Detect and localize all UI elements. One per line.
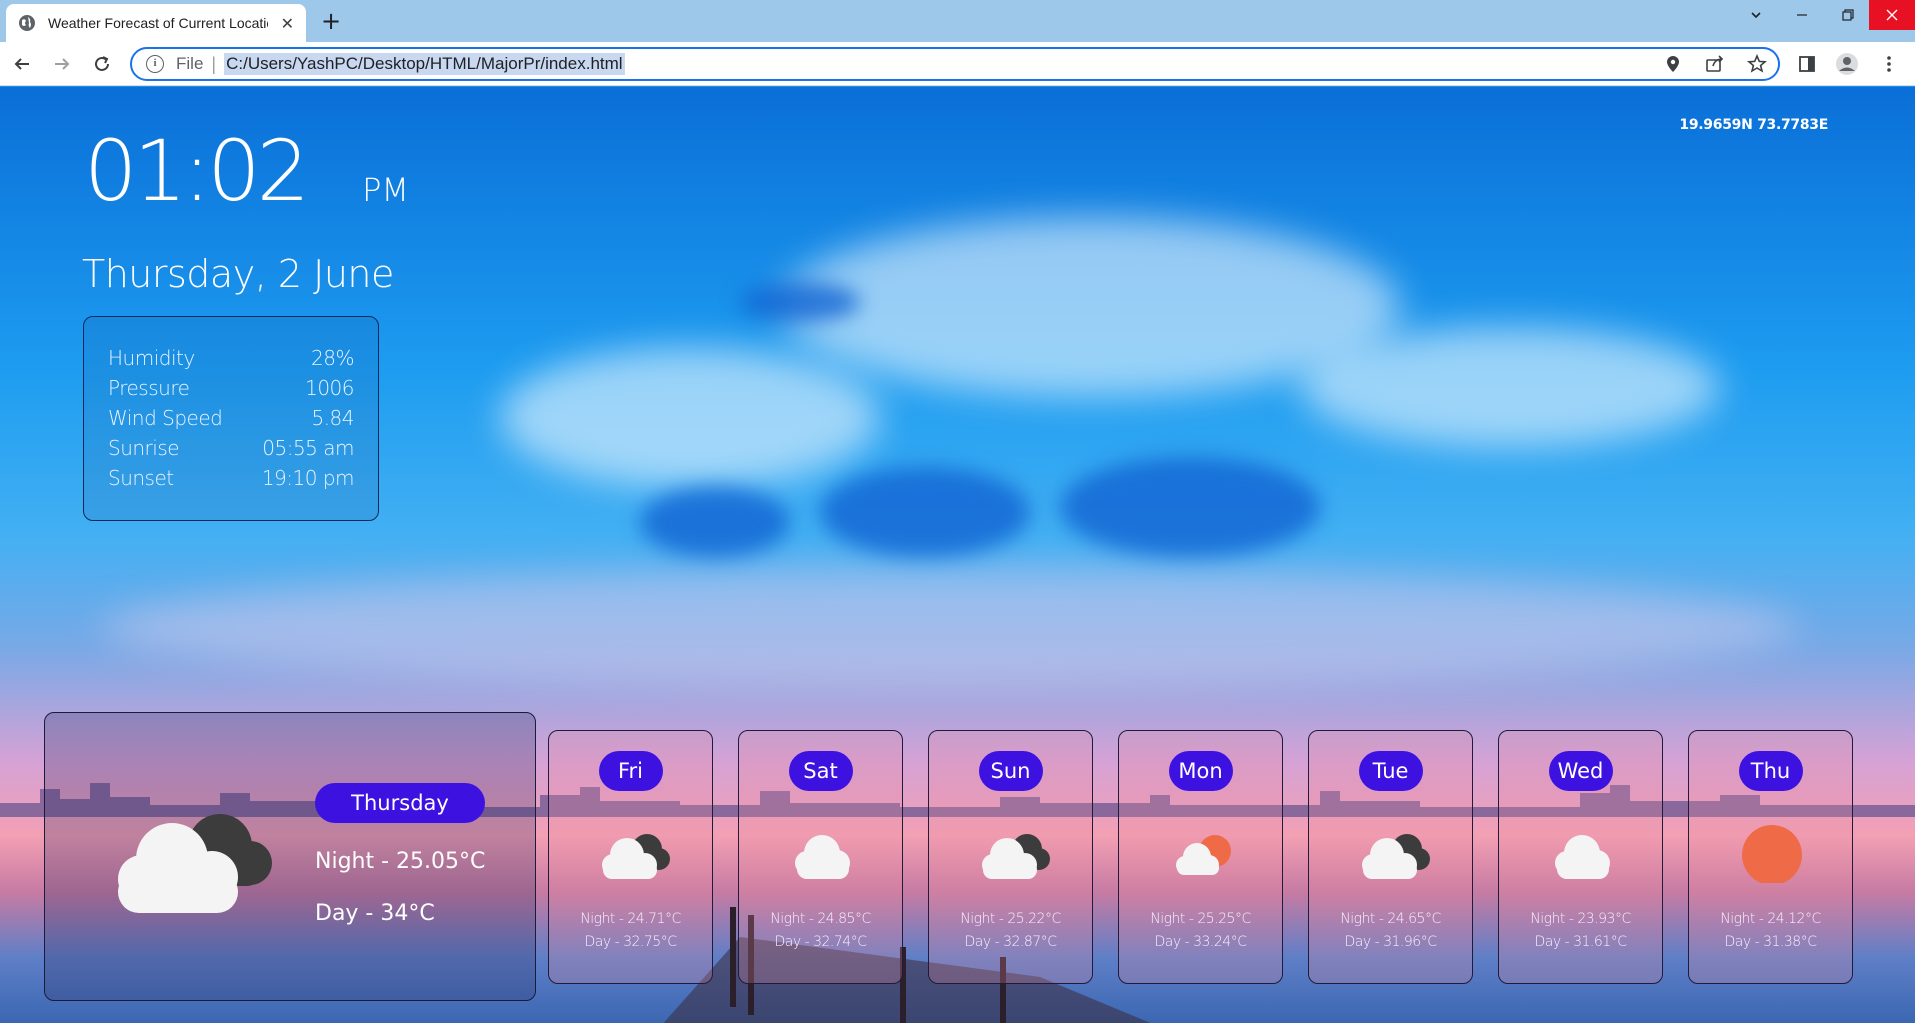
detail-value: 28% [311, 346, 354, 370]
today-night-temp: Night - 25.05°C [315, 849, 486, 874]
reload-icon[interactable] [88, 50, 116, 78]
side-panel-icon[interactable] [1793, 50, 1821, 78]
weather-page: 01:02 PM Thursday, 2 June 19.9659N 73.77… [0, 87, 1915, 1023]
location-coordinates: 19.9659N 73.7783E [1679, 117, 1828, 133]
current-date: Thursday, 2 June [82, 252, 394, 296]
forecast-night-temp: Night - 25.25°C [1150, 911, 1251, 927]
forecast-day-pill: Sun [978, 751, 1043, 791]
new-tab-button[interactable]: + [318, 8, 344, 34]
ampm-text: PM [362, 171, 409, 209]
broken-clouds-icon [118, 814, 272, 913]
current-time: 01:02 PM [84, 129, 409, 213]
tab-title: Weather Forecast of Current Location [48, 15, 268, 31]
menu-kebab-icon[interactable] [1875, 50, 1903, 78]
detail-value: 19:10 pm [261, 466, 355, 490]
forecast-night-temp: Night - 23.93°C [1530, 911, 1631, 927]
detail-value: 5.84 [311, 406, 354, 430]
cloud-icon [795, 835, 850, 879]
background-cloud-shadow [740, 282, 860, 322]
forecast-day-temp: Day - 32.74°C [774, 934, 867, 950]
detail-row-wind-speed: Wind Speed 5.84 [108, 403, 354, 433]
forecast-day-temp: Day - 31.61°C [1534, 934, 1627, 950]
cloud-icon [1555, 835, 1610, 879]
omnibox-separator: | [211, 53, 217, 74]
sun-icon [1742, 825, 1802, 883]
forecast-card-tue: Tue Night - 24.65°C Day - 31.96°C [1308, 730, 1473, 984]
detail-label: Humidity [108, 346, 195, 370]
forecast-day-temp: Day - 31.96°C [1344, 934, 1437, 950]
background-cloud-shadow [820, 467, 1030, 557]
today-day-pill: Thursday [315, 783, 485, 823]
partly-sunny-icon [1176, 835, 1231, 875]
forecast-night-temp: Night - 24.65°C [1340, 911, 1441, 927]
detail-label: Sunrise [108, 436, 180, 460]
forecast-day-temp: Day - 32.87°C [964, 934, 1057, 950]
forecast-night-temp: Night - 24.12°C [1720, 911, 1821, 927]
detail-row-humidity: Humidity 28% [108, 343, 354, 373]
browser-toolbar: i File | C:/Users/YashPC/Desktop/HTML/Ma… [0, 42, 1915, 86]
minimize-icon[interactable] [1779, 0, 1825, 30]
forecast-day-pill: Thu [1738, 751, 1803, 791]
broken-clouds-icon [982, 834, 1050, 879]
forecast-day-pill: Fri [598, 751, 663, 791]
forecast-card-sat: Sat Night - 24.85°C Day - 32.74°C [738, 730, 903, 984]
site-info-icon[interactable]: i [146, 55, 164, 73]
tab-search-icon[interactable] [1733, 0, 1779, 30]
detail-row-sunset: Sunset 19:10 pm [108, 463, 355, 493]
detail-row-sunrise: Sunrise 05:55 am [108, 433, 354, 463]
browser-tab[interactable]: Weather Forecast of Current Location ✕ [6, 4, 306, 42]
scheme-label: File [176, 54, 204, 73]
detail-label: Wind Speed [108, 406, 223, 430]
forecast-night-temp: Night - 24.85°C [770, 911, 871, 927]
background-cloud [1300, 327, 1720, 447]
broken-clouds-icon [1362, 834, 1430, 879]
browser-tabstrip: Weather Forecast of Current Location ✕ + [0, 0, 1915, 42]
restore-icon[interactable] [1825, 0, 1871, 30]
today-day-temp: Day - 34°C [315, 901, 435, 926]
forecast-card-wed: Wed Night - 23.93°C Day - 31.61°C [1498, 730, 1663, 984]
forecast-day-temp: Day - 31.38°C [1724, 934, 1817, 950]
globe-icon [18, 14, 36, 32]
forecast-day-temp: Day - 33.24°C [1154, 934, 1247, 950]
forecast-night-temp: Night - 24.71°C [580, 911, 681, 927]
detail-label: Sunset [108, 466, 174, 490]
forecast-card-thu: Thu Night - 24.12°C Day - 31.38°C [1688, 730, 1853, 984]
today-forecast-card: Thursday Night - 25.05°C Day - 34°C [44, 712, 536, 1001]
broken-clouds-icon [602, 834, 670, 879]
detail-value: 05:55 am [262, 436, 354, 460]
forecast-day-temp: Day - 32.75°C [584, 934, 677, 950]
location-pin-icon[interactable] [1662, 53, 1684, 75]
close-tab-icon[interactable]: ✕ [281, 14, 294, 33]
forecast-night-temp: Night - 25.22°C [960, 911, 1061, 927]
time-text: 01:02 [84, 122, 310, 220]
background-cloud-shadow [640, 487, 790, 557]
close-window-icon[interactable] [1869, 0, 1915, 30]
weather-details-panel: Humidity 28% Pressure 1006 Wind Speed 5.… [83, 316, 379, 521]
detail-label: Pressure [108, 376, 190, 400]
forecast-card-mon: Mon Night - 25.25°C Day - 33.24°C [1118, 730, 1283, 984]
forecast-card-fri: Fri Night - 24.71°C Day - 32.75°C [548, 730, 713, 984]
share-icon[interactable] [1704, 53, 1726, 75]
detail-value: 1006 [305, 376, 354, 400]
detail-row-pressure: Pressure 1006 [108, 373, 354, 403]
back-arrow-icon[interactable] [8, 50, 36, 78]
address-bar[interactable]: i File | C:/Users/YashPC/Desktop/HTML/Ma… [130, 47, 1780, 81]
background-cloud [500, 347, 880, 487]
forecast-day-pill: Tue [1358, 751, 1423, 791]
background-cloud-shadow [1060, 457, 1320, 557]
forecast-day-pill: Mon [1168, 751, 1233, 791]
background-haze [100, 567, 1800, 687]
bookmark-star-icon[interactable] [1746, 53, 1768, 75]
forecast-card-sun: Sun Night - 25.22°C Day - 32.87°C [928, 730, 1093, 984]
forecast-day-pill: Wed [1548, 751, 1613, 791]
url-text[interactable]: C:/Users/YashPC/Desktop/HTML/MajorPr/ind… [224, 53, 625, 75]
profile-avatar-icon[interactable] [1833, 50, 1861, 78]
forward-arrow-icon[interactable] [48, 50, 76, 78]
forecast-day-pill: Sat [788, 751, 853, 791]
